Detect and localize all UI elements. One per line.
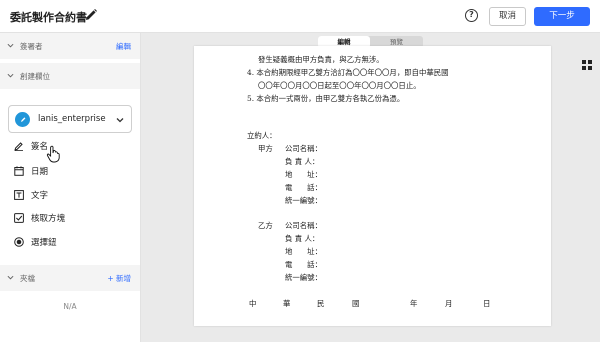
date-char: 民 (317, 299, 325, 308)
page-title: 委託製作合約書 (10, 11, 87, 24)
signer-name: lanis_enterprise (38, 114, 106, 124)
party-b-phone: 電 話： (285, 260, 322, 269)
date-year: 年 (410, 299, 418, 308)
date-day: 日 (483, 299, 491, 308)
chevron-down-icon (7, 275, 14, 280)
field-date-label: 日期 (31, 167, 49, 177)
date-char: 中 (249, 299, 257, 308)
party-b-tax-id: 統一編號： (285, 273, 322, 282)
calendar-icon (14, 166, 24, 176)
clause-line: 發生疑義概由甲方負責，與乙方無涉。 (258, 55, 384, 64)
signatory-label: 立約人： (247, 131, 277, 140)
party-a-tax-id: 統一編號： (285, 196, 322, 205)
chevron-down-icon (7, 43, 14, 48)
field-radio-label: 選擇鈕 (31, 238, 57, 248)
chevron-down-icon (7, 73, 14, 78)
party-a-phone: 電 話： (285, 183, 322, 192)
cancel-button[interactable]: 取消 (489, 7, 526, 26)
party-a-address: 地 址： (285, 170, 322, 179)
radio-icon (14, 237, 24, 247)
grid-view-icon[interactable] (582, 60, 592, 70)
party-a-company: 公司名稱： (285, 144, 322, 153)
party-a-representative: 負 責 人： (285, 157, 320, 166)
date-char: 國 (352, 299, 360, 308)
party-b-address: 地 址： (285, 247, 322, 256)
party-a-label: 甲方 (258, 144, 273, 153)
create-fields-section-header[interactable]: 創建欄位 (0, 63, 140, 89)
text-icon (14, 190, 24, 200)
date-month: 月 (445, 299, 453, 308)
party-b-label: 乙方 (258, 221, 273, 230)
attachments-empty: N/A (63, 302, 77, 311)
date-char: 華 (283, 299, 291, 308)
signer-select[interactable]: lanis_enterprise (8, 105, 132, 133)
attachments-label: 夾檔 (20, 274, 35, 283)
attachments-section-header[interactable]: 夾檔 + 新增 (0, 265, 140, 291)
field-checkbox-label: 核取方塊 (31, 214, 66, 224)
sidebar: 簽署者 編輯 創建欄位 lanis_enterprise 簽名 日期 文字 核取… (0, 33, 141, 342)
party-b-company: 公司名稱： (285, 221, 322, 230)
clause-5: 5. 本合約一式兩份，由甲乙雙方各執乙份為憑。 (247, 94, 405, 103)
create-fields-label: 創建欄位 (20, 72, 50, 81)
document-canvas: 編輯 預覽 發生疑義概由甲方負責，與乙方無涉。 4. 本合約期限經甲乙雙方洽訂為… (141, 33, 600, 342)
next-step-button[interactable]: 下一步 (534, 7, 590, 26)
signers-label: 簽署者 (20, 42, 43, 51)
contract-page: 發生疑義概由甲方負責，與乙方無涉。 4. 本合約期限經甲乙雙方洽訂為〇〇年〇〇月… (194, 46, 551, 326)
field-text-label: 文字 (31, 191, 49, 201)
avatar (15, 112, 30, 127)
top-bar: 委託製作合約書 ? 取消 下一步 (0, 0, 600, 33)
checkbox-icon (14, 213, 24, 223)
signers-section-header[interactable]: 簽署者 編輯 (0, 33, 140, 59)
add-attachment-link[interactable]: + 新增 (107, 273, 131, 284)
signature-pen-icon (14, 142, 23, 151)
chevron-down-icon (116, 118, 124, 123)
party-b-representative: 負 責 人： (285, 234, 320, 243)
help-icon[interactable]: ? (465, 9, 478, 22)
clause-4-continued: 〇〇年〇〇月〇〇日起至〇〇年〇〇月〇〇日止。 (258, 81, 421, 90)
clause-4: 4. 本合約期限經甲乙雙方洽訂為〇〇年〇〇月，即自中華民國 (247, 68, 449, 77)
edit-signers-link[interactable]: 編輯 (116, 41, 131, 52)
hand-cursor-icon (46, 145, 60, 163)
edit-title-icon[interactable] (84, 8, 98, 22)
